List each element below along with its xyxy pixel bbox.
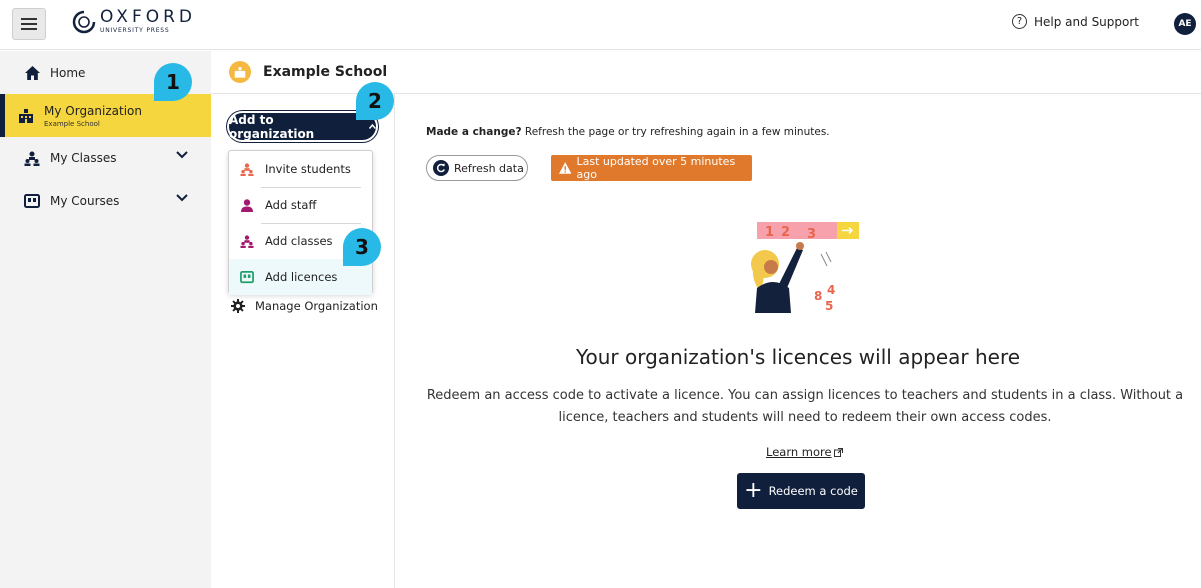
external-link-icon [833,447,843,457]
manage-organization-label: Manage Organization [255,299,378,313]
logo-wordmark: OXFORD [100,7,197,27]
svg-text:3: 3 [807,227,816,242]
chevron-up-icon [369,124,376,129]
svg-text:4: 4 [827,283,835,297]
sidebar-item-label: Home [50,66,86,80]
logo-subtitle: UNIVERSITY PRESS [100,27,170,34]
refresh-icon [433,160,449,176]
sidebar-item-label: My Organization [44,103,142,118]
staff-icon [240,198,254,212]
redeem-code-button[interactable]: + Redeem a code [737,473,865,509]
svg-text:1: 1 [765,225,774,240]
licences-illustration: 1 2 3 8 4 5 [751,222,859,313]
refresh-notice: Made a change? Refresh the page or try r… [426,126,830,138]
courses-icon [24,193,40,209]
help-label: Help and Support [1034,14,1139,29]
licences-icon [240,270,254,284]
refresh-data-label: Refresh data [454,161,524,175]
add-to-organization-label: Add to organization [229,112,315,141]
sidebar-item-label: My Courses [50,194,120,208]
organization-header: Example School [229,61,387,83]
add-menu-dropdown: Invite students Add staff Add classes Ad… [228,150,373,295]
svg-text:5: 5 [825,299,833,313]
sidebar-item-my-organization[interactable]: My Organization Example School [0,94,211,137]
help-icon: ? [1012,14,1027,29]
learn-more-link[interactable]: Learn more [766,445,843,459]
empty-state-title: Your organization's licences will appear… [575,345,1021,369]
svg-text:8: 8 [814,289,822,303]
callout-marker: 3 [343,228,381,266]
menu-item-add-staff[interactable]: Add staff [229,187,372,223]
home-icon [24,65,40,81]
last-updated-warning: Last updated over 5 minutes ago [551,155,752,181]
sidebar-item-label: My Classes [50,151,117,165]
help-support-link[interactable]: ? Help and Support [1012,14,1139,29]
menu-item-label: Add staff [265,198,317,212]
add-to-organization-button[interactable]: Add to organization [229,112,376,141]
menu-button[interactable] [12,8,46,40]
oxford-logo[interactable]: OXFORD UNIVERSITY PRESS [72,9,196,34]
hamburger-icon [21,18,37,30]
menu-item-label: Add classes [265,234,333,248]
callout-marker: 2 [356,82,394,120]
sidebar-item-my-classes[interactable]: My Classes [0,148,211,168]
page-title: Example School [263,64,388,80]
refresh-notice-text: Refresh the page or try refreshing again… [521,126,830,138]
column-divider [394,94,395,588]
top-bar: OXFORD UNIVERSITY PRESS ? Help and Suppo… [0,0,1201,50]
warning-label: Last updated over 5 minutes ago [576,155,736,181]
sidebar-item-my-courses[interactable]: My Courses [0,191,211,211]
refresh-notice-bold: Made a change? [426,126,522,138]
menu-item-label: Add licences [265,270,338,284]
school-icon [229,61,251,83]
svg-text:2: 2 [781,225,790,240]
user-avatar[interactable]: AE [1174,13,1196,35]
menu-item-label: Invite students [265,162,351,176]
oxford-emblem-icon [72,10,96,33]
organization-icon [18,108,34,124]
refresh-data-button[interactable]: Refresh data [426,155,528,181]
empty-state-description: Redeem an access code to activate a lice… [426,388,1184,425]
menu-item-invite-students[interactable]: Invite students [229,151,372,187]
manage-organization-link[interactable]: Manage Organization [231,299,378,313]
plus-icon: + [744,478,763,503]
redeem-code-label: Redeem a code [768,484,858,498]
classes-icon [240,234,254,248]
callout-marker: 1 [154,63,192,101]
chevron-down-icon[interactable] [176,194,188,202]
gear-icon [231,299,245,313]
warning-icon [559,162,572,174]
chevron-down-icon[interactable] [176,151,188,159]
students-icon [240,162,254,176]
learn-more-label: Learn more [766,445,832,459]
classes-icon [24,150,40,166]
sidebar: Home My Organization Example School My C… [0,51,211,588]
sidebar-item-sublabel: Example School [44,119,100,128]
